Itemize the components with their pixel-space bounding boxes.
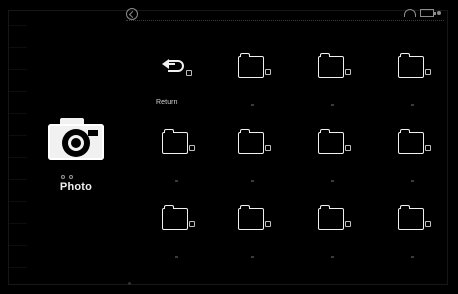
corner-badge-icon bbox=[425, 145, 431, 151]
folder-icon bbox=[238, 205, 264, 230]
folder-label-mark bbox=[302, 256, 364, 258]
back-icon[interactable] bbox=[126, 8, 138, 20]
top-bar bbox=[126, 7, 444, 21]
corner-badge-icon bbox=[345, 221, 351, 227]
photo-panel[interactable]: Photo bbox=[40, 110, 112, 202]
folder-icon bbox=[162, 205, 188, 230]
left-rail bbox=[9, 11, 27, 284]
folder-tile[interactable] bbox=[222, 194, 284, 272]
folder-label-mark bbox=[222, 180, 284, 182]
folder-label-mark bbox=[302, 104, 364, 106]
folder-tile[interactable] bbox=[146, 118, 208, 196]
corner-badge-icon bbox=[265, 145, 271, 151]
folder-tile[interactable] bbox=[302, 194, 364, 272]
folder-label-mark bbox=[146, 256, 208, 258]
folder-icon bbox=[398, 53, 424, 78]
corner-badge-icon bbox=[345, 69, 351, 75]
return-label: Return bbox=[156, 99, 178, 106]
folder-icon bbox=[318, 205, 344, 230]
folder-label-mark bbox=[222, 256, 284, 258]
photo-label: Photo bbox=[59, 181, 93, 193]
folder-label-mark bbox=[222, 104, 284, 106]
folder-tile[interactable] bbox=[302, 42, 364, 120]
folder-tile[interactable] bbox=[146, 194, 208, 272]
corner-badge-icon bbox=[189, 221, 195, 227]
folder-tile[interactable] bbox=[222, 118, 284, 196]
corner-badge-icon bbox=[265, 221, 271, 227]
corner-badge-icon bbox=[186, 70, 192, 76]
corner-badge-icon bbox=[425, 221, 431, 227]
folder-label-mark bbox=[382, 180, 444, 182]
return-tile[interactable]: Return bbox=[146, 42, 208, 120]
folder-icon bbox=[318, 129, 344, 154]
folder-grid: Return bbox=[146, 42, 446, 272]
status-dot-icon bbox=[437, 11, 441, 15]
folder-icon bbox=[238, 53, 264, 78]
camera-indicator-dots bbox=[61, 166, 89, 179]
folder-icon bbox=[318, 53, 344, 78]
folder-label-mark bbox=[382, 256, 444, 258]
screen: Photo Return bbox=[0, 0, 458, 294]
folder-tile[interactable] bbox=[222, 42, 284, 120]
bottom-indicator bbox=[128, 282, 131, 285]
status-area bbox=[400, 7, 444, 19]
folder-label-mark bbox=[146, 180, 208, 182]
battery-icon bbox=[420, 9, 436, 17]
folder-tile[interactable] bbox=[382, 118, 444, 196]
folder-tile[interactable] bbox=[382, 194, 444, 272]
corner-badge-icon bbox=[345, 145, 351, 151]
folder-label-mark bbox=[302, 180, 364, 182]
folder-icon bbox=[398, 129, 424, 154]
corner-badge-icon bbox=[189, 145, 195, 151]
corner-badge-icon bbox=[425, 69, 431, 75]
corner-badge-icon bbox=[265, 69, 271, 75]
wifi-icon bbox=[404, 9, 416, 17]
return-icon-wrap bbox=[162, 54, 196, 82]
folder-icon bbox=[398, 205, 424, 230]
folder-icon bbox=[162, 129, 188, 154]
camera-icon bbox=[48, 116, 104, 162]
folder-icon bbox=[238, 129, 264, 154]
folder-label-mark bbox=[382, 104, 444, 106]
folder-tile[interactable] bbox=[302, 118, 364, 196]
folder-tile[interactable] bbox=[382, 42, 444, 120]
